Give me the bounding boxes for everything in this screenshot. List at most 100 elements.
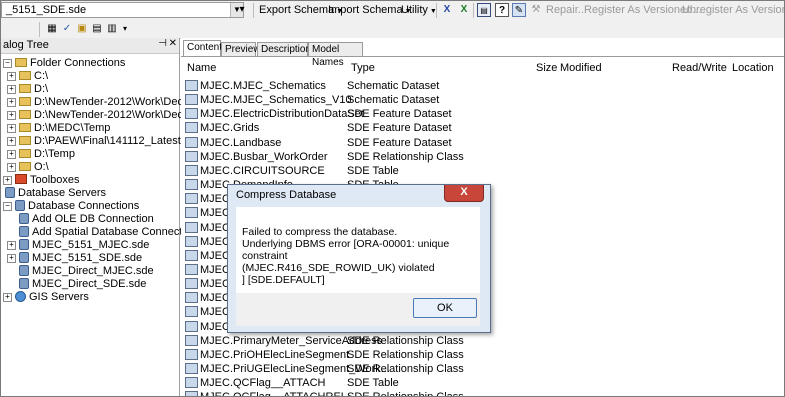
- expand-icon[interactable]: +: [7, 124, 16, 133]
- item-type-icon: [185, 235, 198, 247]
- tree-item-add-ole-db[interactable]: Add OLE DB Connection: [5, 213, 154, 226]
- item-type-icon: [185, 348, 198, 360]
- expand-icon[interactable]: +: [7, 111, 16, 120]
- list-item[interactable]: MJEC.PriUGElecLineSegment_Work... SDE Rel…: [185, 362, 464, 376]
- tree-item-label: MJEC_Direct_MJEC.sde: [32, 265, 154, 277]
- column-header-location[interactable]: Location: [732, 62, 774, 74]
- close-icon[interactable]: ✕: [169, 38, 177, 49]
- tree-item-medc-temp[interactable]: + D:\MEDC\Temp: [5, 122, 110, 135]
- expand-icon[interactable]: +: [7, 72, 16, 81]
- calculator-icon[interactable]: ▤: [477, 3, 491, 17]
- new-item-icon[interactable]: ▦: [45, 22, 59, 36]
- column-header-read-write[interactable]: Read/Write: [672, 62, 727, 74]
- hammer-icon: ⚒: [531, 4, 541, 15]
- tree-item-toolboxes[interactable]: + Toolboxes: [3, 174, 80, 187]
- toolbar-options-icon[interactable]: ▾: [235, 3, 249, 17]
- tab-contents[interactable]: Contents: [183, 40, 227, 57]
- tree-item-o-drive[interactable]: + O:\: [5, 161, 49, 174]
- folder-icon: [19, 110, 31, 119]
- tree-item-database-connections[interactable]: − Database Connections: [3, 200, 139, 213]
- list-item[interactable]: MJEC.Grids SDE Feature Dataset: [185, 121, 452, 135]
- expand-icon[interactable]: +: [3, 176, 12, 185]
- tree-item-mjec-5151-sde[interactable]: + MJEC_5151_SDE.sde: [5, 252, 142, 265]
- tree-item-database-servers[interactable]: Database Servers: [5, 187, 106, 200]
- ok-button[interactable]: OK: [413, 298, 477, 318]
- new-folder-icon[interactable]: ▣: [75, 22, 89, 36]
- tools-icon[interactable]: ✎: [512, 3, 526, 17]
- metadata-icon[interactable]: ▥: [105, 22, 119, 36]
- excel-icon[interactable]: X: [457, 3, 471, 17]
- tree-item-gis-servers[interactable]: + GIS Servers: [3, 291, 89, 304]
- item-type: SDE Feature Dataset: [347, 108, 452, 121]
- column-header-type[interactable]: Type: [351, 62, 375, 74]
- tree-item-newtender-sal[interactable]: + D:\NewTender-2012\Work\Dec\Sal: [5, 109, 202, 122]
- item-type: Schematic Dataset: [347, 80, 440, 92]
- tree-item-label: D:\PAEW\Final\141112_Latest: [34, 135, 181, 147]
- gis-servers-icon: [15, 291, 26, 302]
- list-item[interactable]: MJEC.QCFlag__ATTACHRELSDE Relationship C…: [185, 390, 464, 396]
- folder-icon: [19, 136, 31, 145]
- list-item[interactable]: MJEC.PrimaryMeter_ServiceAddress SDE Rela…: [185, 334, 464, 348]
- list-item[interactable]: MJEC.ElectricDistributionDataSet SDE Feat…: [185, 107, 452, 121]
- toolbar-options-icon[interactable]: ▾: [118, 22, 132, 36]
- tree-item-mjec-direct-mjec[interactable]: MJEC_Direct_MJEC.sde: [5, 265, 154, 278]
- expand-icon[interactable]: +: [3, 293, 12, 302]
- list-item[interactable]: MJEC.Landbase SDE Feature Dataset: [185, 136, 452, 150]
- expand-icon[interactable]: +: [7, 85, 16, 94]
- tree-item-c-drive[interactable]: + C:\: [5, 70, 48, 83]
- item-type: SDE Relationship Class: [347, 363, 464, 375]
- tree-item-d-drive[interactable]: + D:\: [5, 83, 48, 96]
- connection-combo[interactable]: _5151_SDE.sde ▼: [1, 2, 244, 18]
- item-name: MJEC.QCFlag__ATTACHREL: [200, 391, 347, 396]
- connect-icon[interactable]: ✓: [60, 22, 74, 36]
- list-item[interactable]: MJEC.MJEC_Schematics Schematic Dataset: [185, 79, 439, 93]
- expand-icon[interactable]: +: [7, 137, 16, 146]
- expand-icon[interactable]: +: [7, 98, 16, 107]
- tree-item-add-spatial-db[interactable]: Add Spatial Database Connection: [5, 226, 197, 239]
- item-type-icon: [185, 363, 198, 374]
- list-item[interactable]: MJEC.QCFlag__ATTACH SDE Table: [185, 376, 399, 390]
- tree-item-label: MJEC_Direct_SDE.sde: [32, 278, 147, 290]
- help-icon[interactable]: ?: [495, 3, 509, 17]
- item-type-icon: [185, 164, 198, 176]
- expand-icon[interactable]: +: [7, 254, 16, 263]
- tree-item-mjec-direct-sde[interactable]: MJEC_Direct_SDE.sde: [5, 278, 146, 291]
- list-item[interactable]: MJEC.CIRCUITSOURCE SDE Table: [185, 164, 399, 178]
- item-type-icon: [185, 278, 198, 290]
- item-type: SDE Relationship Class: [347, 390, 464, 396]
- collapse-icon[interactable]: −: [3, 202, 12, 211]
- column-header-size[interactable]: Size: [536, 62, 557, 74]
- expand-icon[interactable]: +: [7, 241, 16, 250]
- expand-icon[interactable]: +: [7, 163, 16, 172]
- list-item[interactable]: MJEC.PriOHElecLineSegment SDE Relationshi…: [185, 348, 464, 362]
- dialog-title: Compress Database: [236, 189, 337, 201]
- tree-item-folder-connections[interactable]: − Folder Connections: [3, 57, 125, 70]
- list-item[interactable]: MJEC.MJEC_Schematics_V10 Schematic Datase…: [185, 93, 439, 107]
- dialog-close-button[interactable]: X: [444, 185, 484, 202]
- tree-item-paew-final[interactable]: + D:\PAEW\Final\141112_Latest: [5, 135, 181, 148]
- pin-icon[interactable]: ⊣: [158, 38, 167, 49]
- toolbar-separator: [473, 3, 474, 18]
- list-item[interactable]: MJEC.Busbar_WorkOrder SDE Relationship Cl…: [185, 150, 464, 164]
- collapse-icon[interactable]: −: [3, 59, 12, 68]
- item-name: MJEC.Landbase: [200, 136, 282, 149]
- folder-icon: [19, 84, 31, 93]
- tree-item-mjec-5151-mjec[interactable]: + MJEC_5151_MJEC.sde: [5, 239, 149, 252]
- column-header-modified[interactable]: Modified: [560, 62, 602, 74]
- folder-icon: [15, 58, 27, 67]
- utility-menu[interactable]: Utility ▼: [401, 4, 437, 16]
- tab-description[interactable]: Description: [257, 42, 311, 56]
- properties-icon[interactable]: ▤: [90, 22, 104, 36]
- column-header-name[interactable]: Name: [187, 62, 216, 74]
- xml-export-icon[interactable]: X: [440, 3, 454, 17]
- tab-model-names[interactable]: Model Names: [308, 42, 363, 68]
- standard-toolbar: _5151_SDE.sde ▼ ▾ Export Schema ▼ Import …: [1, 1, 784, 21]
- item-type-icon: [185, 193, 198, 205]
- tree-item-d-temp[interactable]: + D:\Temp: [5, 148, 75, 161]
- import-schema-menu[interactable]: Import Schema ▼: [328, 4, 412, 16]
- expand-icon[interactable]: +: [7, 150, 16, 159]
- tree-item-newtender-me[interactable]: + D:\NewTender-2012\Work\Dec\Me: [5, 96, 201, 109]
- tab-preview[interactable]: Preview: [221, 42, 261, 56]
- arccatalog-window: _5151_SDE.sde ▼ ▾ Export Schema ▼ Import …: [0, 0, 785, 397]
- item-type-icon: [185, 94, 198, 106]
